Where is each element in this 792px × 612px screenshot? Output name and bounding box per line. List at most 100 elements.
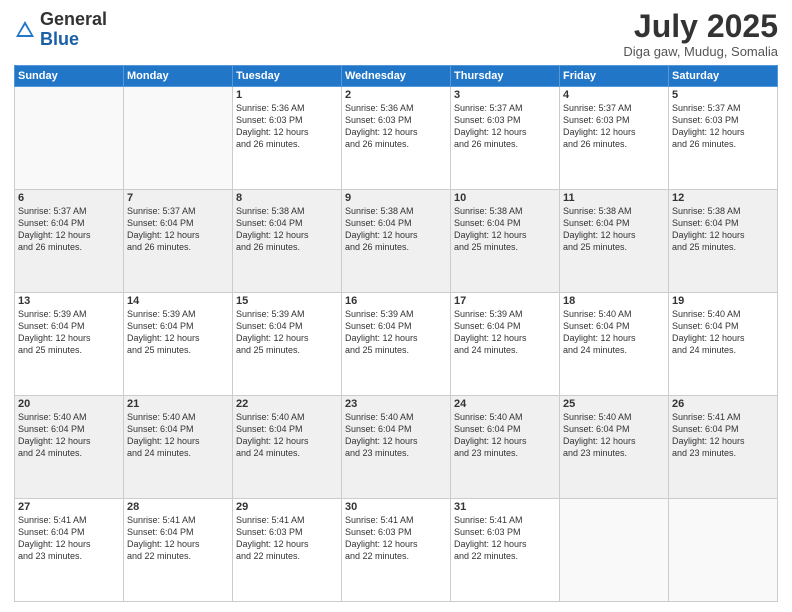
- day-info-text: Sunset: 6:04 PM: [127, 217, 229, 229]
- day-info-text: Sunset: 6:04 PM: [454, 217, 556, 229]
- day-info-text: and 24 minutes.: [672, 344, 774, 356]
- calendar-day-cell: [15, 87, 124, 190]
- calendar-header-cell: Monday: [124, 66, 233, 87]
- logo-icon: [14, 19, 36, 41]
- day-number: 14: [127, 295, 229, 307]
- logo: General Blue: [14, 10, 107, 50]
- day-info-text: Sunset: 6:03 PM: [236, 114, 338, 126]
- day-number: 12: [672, 192, 774, 204]
- calendar-day-cell: 9Sunrise: 5:38 AMSunset: 6:04 PMDaylight…: [342, 190, 451, 293]
- day-number: 9: [345, 192, 447, 204]
- day-info-text: Daylight: 12 hours: [236, 538, 338, 550]
- calendar-day-cell: 2Sunrise: 5:36 AMSunset: 6:03 PMDaylight…: [342, 87, 451, 190]
- day-info-text: Sunset: 6:04 PM: [563, 423, 665, 435]
- day-number: 26: [672, 398, 774, 410]
- day-number: 3: [454, 89, 556, 101]
- calendar-day-cell: [560, 499, 669, 602]
- day-info-text: Sunset: 6:04 PM: [563, 320, 665, 332]
- day-info-text: Sunrise: 5:40 AM: [563, 308, 665, 320]
- day-number: 23: [345, 398, 447, 410]
- day-info-text: Sunset: 6:04 PM: [672, 320, 774, 332]
- calendar-day-cell: 30Sunrise: 5:41 AMSunset: 6:03 PMDayligh…: [342, 499, 451, 602]
- logo-general-text: General: [40, 10, 107, 30]
- day-info-text: Sunrise: 5:40 AM: [236, 411, 338, 423]
- calendar-day-cell: 17Sunrise: 5:39 AMSunset: 6:04 PMDayligh…: [451, 293, 560, 396]
- calendar-week-row: 20Sunrise: 5:40 AMSunset: 6:04 PMDayligh…: [15, 396, 778, 499]
- day-info-text: and 23 minutes.: [672, 447, 774, 459]
- day-info-text: Daylight: 12 hours: [345, 126, 447, 138]
- calendar-week-row: 27Sunrise: 5:41 AMSunset: 6:04 PMDayligh…: [15, 499, 778, 602]
- day-info-text: and 23 minutes.: [18, 550, 120, 562]
- day-info-text: Sunset: 6:04 PM: [18, 217, 120, 229]
- day-info-text: and 25 minutes.: [236, 344, 338, 356]
- page: General Blue July 2025 Diga gaw, Mudug, …: [0, 0, 792, 612]
- day-info-text: Sunrise: 5:40 AM: [563, 411, 665, 423]
- day-info-text: Sunset: 6:03 PM: [236, 526, 338, 538]
- day-number: 28: [127, 501, 229, 513]
- day-info-text: Sunrise: 5:41 AM: [18, 514, 120, 526]
- calendar-day-cell: 15Sunrise: 5:39 AMSunset: 6:04 PMDayligh…: [233, 293, 342, 396]
- day-info-text: Daylight: 12 hours: [127, 332, 229, 344]
- calendar-day-cell: 18Sunrise: 5:40 AMSunset: 6:04 PMDayligh…: [560, 293, 669, 396]
- day-info-text: Daylight: 12 hours: [454, 126, 556, 138]
- calendar-day-cell: 1Sunrise: 5:36 AMSunset: 6:03 PMDaylight…: [233, 87, 342, 190]
- calendar-week-row: 1Sunrise: 5:36 AMSunset: 6:03 PMDaylight…: [15, 87, 778, 190]
- day-info-text: and 24 minutes.: [454, 344, 556, 356]
- calendar-day-cell: 26Sunrise: 5:41 AMSunset: 6:04 PMDayligh…: [669, 396, 778, 499]
- day-info-text: Daylight: 12 hours: [672, 126, 774, 138]
- day-info-text: Sunset: 6:03 PM: [345, 526, 447, 538]
- calendar-day-cell: 27Sunrise: 5:41 AMSunset: 6:04 PMDayligh…: [15, 499, 124, 602]
- day-info-text: Sunrise: 5:39 AM: [454, 308, 556, 320]
- calendar-day-cell: 16Sunrise: 5:39 AMSunset: 6:04 PMDayligh…: [342, 293, 451, 396]
- calendar-day-cell: 10Sunrise: 5:38 AMSunset: 6:04 PMDayligh…: [451, 190, 560, 293]
- day-info-text: and 24 minutes.: [236, 447, 338, 459]
- day-info-text: Sunset: 6:03 PM: [563, 114, 665, 126]
- calendar-day-cell: 24Sunrise: 5:40 AMSunset: 6:04 PMDayligh…: [451, 396, 560, 499]
- day-info-text: Daylight: 12 hours: [18, 229, 120, 241]
- calendar-day-cell: 20Sunrise: 5:40 AMSunset: 6:04 PMDayligh…: [15, 396, 124, 499]
- day-number: 30: [345, 501, 447, 513]
- day-info-text: Sunset: 6:04 PM: [18, 320, 120, 332]
- day-info-text: Sunrise: 5:38 AM: [563, 205, 665, 217]
- day-info-text: Sunrise: 5:41 AM: [127, 514, 229, 526]
- calendar-day-cell: 28Sunrise: 5:41 AMSunset: 6:04 PMDayligh…: [124, 499, 233, 602]
- day-info-text: Daylight: 12 hours: [672, 229, 774, 241]
- day-info-text: and 24 minutes.: [563, 344, 665, 356]
- day-info-text: and 25 minutes.: [672, 241, 774, 253]
- day-number: 13: [18, 295, 120, 307]
- day-info-text: Sunrise: 5:39 AM: [18, 308, 120, 320]
- calendar-week-row: 6Sunrise: 5:37 AMSunset: 6:04 PMDaylight…: [15, 190, 778, 293]
- day-info-text: Sunset: 6:04 PM: [345, 217, 447, 229]
- day-info-text: and 26 minutes.: [127, 241, 229, 253]
- day-number: 10: [454, 192, 556, 204]
- day-info-text: Sunrise: 5:37 AM: [672, 102, 774, 114]
- calendar-header-cell: Thursday: [451, 66, 560, 87]
- calendar-table: SundayMondayTuesdayWednesdayThursdayFrid…: [14, 65, 778, 602]
- day-info-text: Sunrise: 5:38 AM: [672, 205, 774, 217]
- day-info-text: Sunset: 6:03 PM: [454, 114, 556, 126]
- calendar-day-cell: 21Sunrise: 5:40 AMSunset: 6:04 PMDayligh…: [124, 396, 233, 499]
- calendar-day-cell: 31Sunrise: 5:41 AMSunset: 6:03 PMDayligh…: [451, 499, 560, 602]
- day-number: 19: [672, 295, 774, 307]
- day-number: 18: [563, 295, 665, 307]
- day-info-text: Daylight: 12 hours: [672, 435, 774, 447]
- day-info-text: and 26 minutes.: [18, 241, 120, 253]
- day-info-text: Daylight: 12 hours: [127, 435, 229, 447]
- day-number: 6: [18, 192, 120, 204]
- day-info-text: Sunset: 6:04 PM: [345, 423, 447, 435]
- day-info-text: Sunset: 6:03 PM: [345, 114, 447, 126]
- calendar-day-cell: 8Sunrise: 5:38 AMSunset: 6:04 PMDaylight…: [233, 190, 342, 293]
- day-info-text: Daylight: 12 hours: [236, 126, 338, 138]
- day-number: 22: [236, 398, 338, 410]
- day-info-text: Sunrise: 5:39 AM: [345, 308, 447, 320]
- calendar-day-cell: 23Sunrise: 5:40 AMSunset: 6:04 PMDayligh…: [342, 396, 451, 499]
- day-number: 20: [18, 398, 120, 410]
- day-info-text: Sunrise: 5:37 AM: [563, 102, 665, 114]
- day-info-text: Daylight: 12 hours: [345, 435, 447, 447]
- day-info-text: Sunrise: 5:40 AM: [127, 411, 229, 423]
- day-info-text: Sunrise: 5:41 AM: [454, 514, 556, 526]
- day-info-text: and 25 minutes.: [345, 344, 447, 356]
- calendar-header-cell: Saturday: [669, 66, 778, 87]
- day-info-text: and 23 minutes.: [563, 447, 665, 459]
- day-info-text: Daylight: 12 hours: [18, 332, 120, 344]
